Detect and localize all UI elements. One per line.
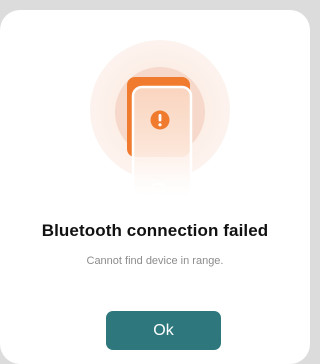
phone-warning-illustration <box>0 10 310 220</box>
error-dialog: Bluetooth connection failed Cannot find … <box>0 10 310 364</box>
dialog-title: Bluetooth connection failed <box>41 221 269 240</box>
ok-button[interactable]: Ok <box>106 311 221 350</box>
dialog-message: Cannot find device in range. <box>86 255 224 267</box>
phone-warning-icon <box>90 40 230 220</box>
